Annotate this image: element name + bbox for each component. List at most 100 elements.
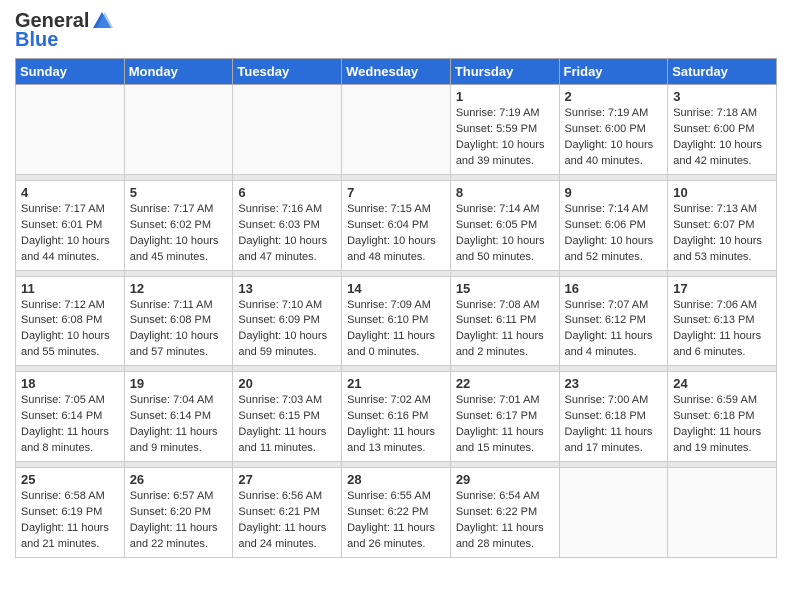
calendar-cell: 28 Sunrise: 6:55 AM Sunset: 6:22 PM Dayli… (342, 468, 451, 558)
day-number: 20 (238, 376, 336, 391)
calendar-cell: 18 Sunrise: 7:05 AM Sunset: 6:14 PM Dayli… (16, 372, 125, 462)
calendar-cell: 10 Sunrise: 7:13 AM Sunset: 6:07 PM Dayli… (668, 180, 777, 270)
day-number: 13 (238, 281, 336, 296)
day-info: Sunrise: 7:10 AM Sunset: 6:09 PM Dayligh… (238, 298, 336, 362)
day-number: 17 (673, 281, 771, 296)
day-info: Sunrise: 7:05 AM Sunset: 6:14 PM Dayligh… (21, 393, 119, 457)
calendar-cell (559, 468, 668, 558)
day-number: 29 (456, 472, 554, 487)
calendar-cell: 16 Sunrise: 7:07 AM Sunset: 6:12 PM Dayli… (559, 276, 668, 366)
calendar-cell: 25 Sunrise: 6:58 AM Sunset: 6:19 PM Dayli… (16, 468, 125, 558)
calendar-header-row: SundayMondayTuesdayWednesdayThursdayFrid… (16, 59, 777, 85)
day-info: Sunrise: 6:55 AM Sunset: 6:22 PM Dayligh… (347, 489, 445, 553)
calendar-cell: 14 Sunrise: 7:09 AM Sunset: 6:10 PM Dayli… (342, 276, 451, 366)
day-info: Sunrise: 6:57 AM Sunset: 6:20 PM Dayligh… (130, 489, 228, 553)
day-number: 10 (673, 185, 771, 200)
calendar-cell: 2Sunrise: 7:19 AM Sunset: 6:00 PM Daylig… (559, 85, 668, 175)
calendar-week-row: 11 Sunrise: 7:12 AM Sunset: 6:08 PM Dayli… (16, 276, 777, 366)
calendar-week-row: 4 Sunrise: 7:17 AM Sunset: 6:01 PM Daylig… (16, 180, 777, 270)
logo: General Blue (15, 10, 113, 52)
day-info: Sunrise: 7:07 AM Sunset: 6:12 PM Dayligh… (565, 298, 663, 362)
calendar-cell: 6 Sunrise: 7:16 AM Sunset: 6:03 PM Daylig… (233, 180, 342, 270)
day-number: 16 (565, 281, 663, 296)
weekday-header-sunday: Sunday (16, 59, 125, 85)
day-number: 26 (130, 472, 228, 487)
calendar-cell: 11 Sunrise: 7:12 AM Sunset: 6:08 PM Dayli… (16, 276, 125, 366)
day-number: 19 (130, 376, 228, 391)
day-info: Sunrise: 7:12 AM Sunset: 6:08 PM Dayligh… (21, 298, 119, 362)
calendar-cell: 23 Sunrise: 7:00 AM Sunset: 6:18 PM Dayli… (559, 372, 668, 462)
day-number: 4 (21, 185, 119, 200)
day-info: Sunrise: 7:18 AM Sunset: 6:00 PM Dayligh… (673, 106, 771, 170)
day-info: Sunrise: 7:04 AM Sunset: 6:14 PM Dayligh… (130, 393, 228, 457)
calendar-cell (342, 85, 451, 175)
calendar-table: SundayMondayTuesdayWednesdayThursdayFrid… (15, 58, 777, 558)
day-info: Sunrise: 7:11 AM Sunset: 6:08 PM Dayligh… (130, 298, 228, 362)
day-number: 5 (130, 185, 228, 200)
weekday-header-tuesday: Tuesday (233, 59, 342, 85)
day-number: 23 (565, 376, 663, 391)
day-number: 28 (347, 472, 445, 487)
day-number: 11 (21, 281, 119, 296)
calendar-cell: 1Sunrise: 7:19 AM Sunset: 5:59 PM Daylig… (450, 85, 559, 175)
day-info: Sunrise: 6:58 AM Sunset: 6:19 PM Dayligh… (21, 489, 119, 553)
calendar-cell: 19 Sunrise: 7:04 AM Sunset: 6:14 PM Dayli… (124, 372, 233, 462)
day-info: Sunrise: 7:14 AM Sunset: 6:06 PM Dayligh… (565, 202, 663, 266)
day-number: 18 (21, 376, 119, 391)
calendar-cell: 29 Sunrise: 6:54 AM Sunset: 6:22 PM Dayli… (450, 468, 559, 558)
calendar-cell: 9Sunrise: 7:14 AM Sunset: 6:06 PM Daylig… (559, 180, 668, 270)
day-info: Sunrise: 7:16 AM Sunset: 6:03 PM Dayligh… (238, 202, 336, 266)
day-info: Sunrise: 7:02 AM Sunset: 6:16 PM Dayligh… (347, 393, 445, 457)
calendar-week-row: 18 Sunrise: 7:05 AM Sunset: 6:14 PM Dayli… (16, 372, 777, 462)
day-number: 25 (21, 472, 119, 487)
calendar-cell: 13 Sunrise: 7:10 AM Sunset: 6:09 PM Dayli… (233, 276, 342, 366)
day-info: Sunrise: 7:15 AM Sunset: 6:04 PM Dayligh… (347, 202, 445, 266)
weekday-header-monday: Monday (124, 59, 233, 85)
calendar-cell: 22Sunrise: 7:01 AM Sunset: 6:17 PM Dayli… (450, 372, 559, 462)
day-info: Sunrise: 6:56 AM Sunset: 6:21 PM Dayligh… (238, 489, 336, 553)
calendar-cell: 20 Sunrise: 7:03 AM Sunset: 6:15 PM Dayli… (233, 372, 342, 462)
calendar-cell (233, 85, 342, 175)
day-info: Sunrise: 7:00 AM Sunset: 6:18 PM Dayligh… (565, 393, 663, 457)
day-info: Sunrise: 7:17 AM Sunset: 6:01 PM Dayligh… (21, 202, 119, 266)
calendar-cell: 8 Sunrise: 7:14 AM Sunset: 6:05 PM Daylig… (450, 180, 559, 270)
day-info: Sunrise: 7:09 AM Sunset: 6:10 PM Dayligh… (347, 298, 445, 362)
weekday-header-saturday: Saturday (668, 59, 777, 85)
day-number: 15 (456, 281, 554, 296)
day-number: 24 (673, 376, 771, 391)
calendar-cell: 26 Sunrise: 6:57 AM Sunset: 6:20 PM Dayli… (124, 468, 233, 558)
day-info: Sunrise: 6:54 AM Sunset: 6:22 PM Dayligh… (456, 489, 554, 553)
day-info: Sunrise: 7:13 AM Sunset: 6:07 PM Dayligh… (673, 202, 771, 266)
calendar-cell: 27 Sunrise: 6:56 AM Sunset: 6:21 PM Dayli… (233, 468, 342, 558)
day-info: Sunrise: 7:19 AM Sunset: 6:00 PM Dayligh… (565, 106, 663, 170)
day-info: Sunrise: 7:01 AM Sunset: 6:17 PM Dayligh… (456, 393, 554, 457)
calendar-week-row: 25 Sunrise: 6:58 AM Sunset: 6:19 PM Dayli… (16, 468, 777, 558)
calendar-cell: 7 Sunrise: 7:15 AM Sunset: 6:04 PM Daylig… (342, 180, 451, 270)
calendar-cell: 4 Sunrise: 7:17 AM Sunset: 6:01 PM Daylig… (16, 180, 125, 270)
calendar-cell: 12Sunrise: 7:11 AM Sunset: 6:08 PM Dayli… (124, 276, 233, 366)
calendar-cell: 17 Sunrise: 7:06 AM Sunset: 6:13 PM Dayli… (668, 276, 777, 366)
day-info: Sunrise: 7:14 AM Sunset: 6:05 PM Dayligh… (456, 202, 554, 266)
day-number: 6 (238, 185, 336, 200)
logo-blue-text: Blue (15, 29, 58, 52)
day-info: Sunrise: 7:08 AM Sunset: 6:11 PM Dayligh… (456, 298, 554, 362)
calendar-week-row: 1Sunrise: 7:19 AM Sunset: 5:59 PM Daylig… (16, 85, 777, 175)
day-number: 1 (456, 89, 554, 104)
calendar-cell: 5 Sunrise: 7:17 AM Sunset: 6:02 PM Daylig… (124, 180, 233, 270)
calendar-cell: 3Sunrise: 7:18 AM Sunset: 6:00 PM Daylig… (668, 85, 777, 175)
calendar-cell: 15 Sunrise: 7:08 AM Sunset: 6:11 PM Dayli… (450, 276, 559, 366)
day-number: 27 (238, 472, 336, 487)
day-info: Sunrise: 6:59 AM Sunset: 6:18 PM Dayligh… (673, 393, 771, 457)
logo-icon (91, 10, 113, 32)
day-number: 14 (347, 281, 445, 296)
day-number: 7 (347, 185, 445, 200)
weekday-header-thursday: Thursday (450, 59, 559, 85)
day-number: 8 (456, 185, 554, 200)
day-info: Sunrise: 7:03 AM Sunset: 6:15 PM Dayligh… (238, 393, 336, 457)
day-info: Sunrise: 7:06 AM Sunset: 6:13 PM Dayligh… (673, 298, 771, 362)
calendar-cell: 24 Sunrise: 6:59 AM Sunset: 6:18 PM Dayli… (668, 372, 777, 462)
calendar-cell (668, 468, 777, 558)
weekday-header-friday: Friday (559, 59, 668, 85)
day-info: Sunrise: 7:17 AM Sunset: 6:02 PM Dayligh… (130, 202, 228, 266)
calendar-cell (124, 85, 233, 175)
